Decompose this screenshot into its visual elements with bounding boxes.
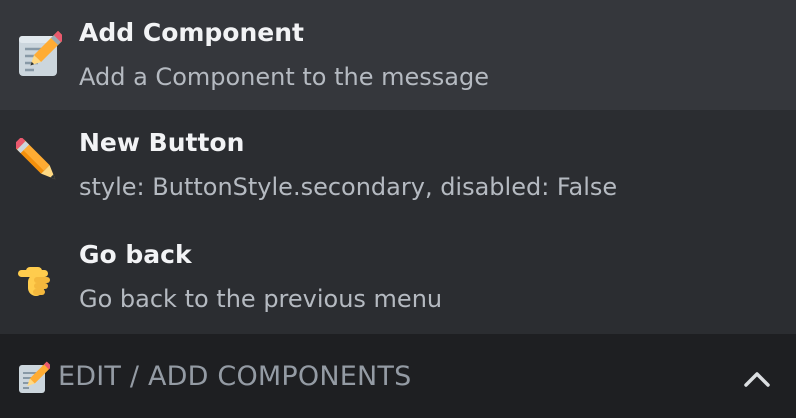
memo-icon xyxy=(19,30,62,76)
menu-option-add-component[interactable]: Add Component Add a Component to the mes… xyxy=(0,0,796,110)
option-description: style: ButtonStyle.secondary, disabled: … xyxy=(79,173,618,201)
pointing-right-icon xyxy=(18,267,50,296)
option-title: Go back xyxy=(79,240,192,269)
memo-icon xyxy=(19,361,50,393)
menu-option-new-button[interactable]: New Button style: ButtonStyle.secondary,… xyxy=(0,110,796,222)
menu-option-go-back[interactable]: Go back Go back to the previous menu xyxy=(0,222,796,334)
option-description: Go back to the previous menu xyxy=(79,285,443,313)
dropdown-menu: Add Component Add a Component to the mes… xyxy=(0,0,796,334)
option-title: Add Component xyxy=(79,18,304,47)
option-description: Add a Component to the message xyxy=(79,63,489,91)
option-title: New Button xyxy=(79,128,245,157)
select-placeholder-label: EDIT / ADD COMPONENTS xyxy=(58,361,412,392)
chevron-up-icon[interactable] xyxy=(740,364,774,392)
pencil-icon xyxy=(16,138,56,180)
